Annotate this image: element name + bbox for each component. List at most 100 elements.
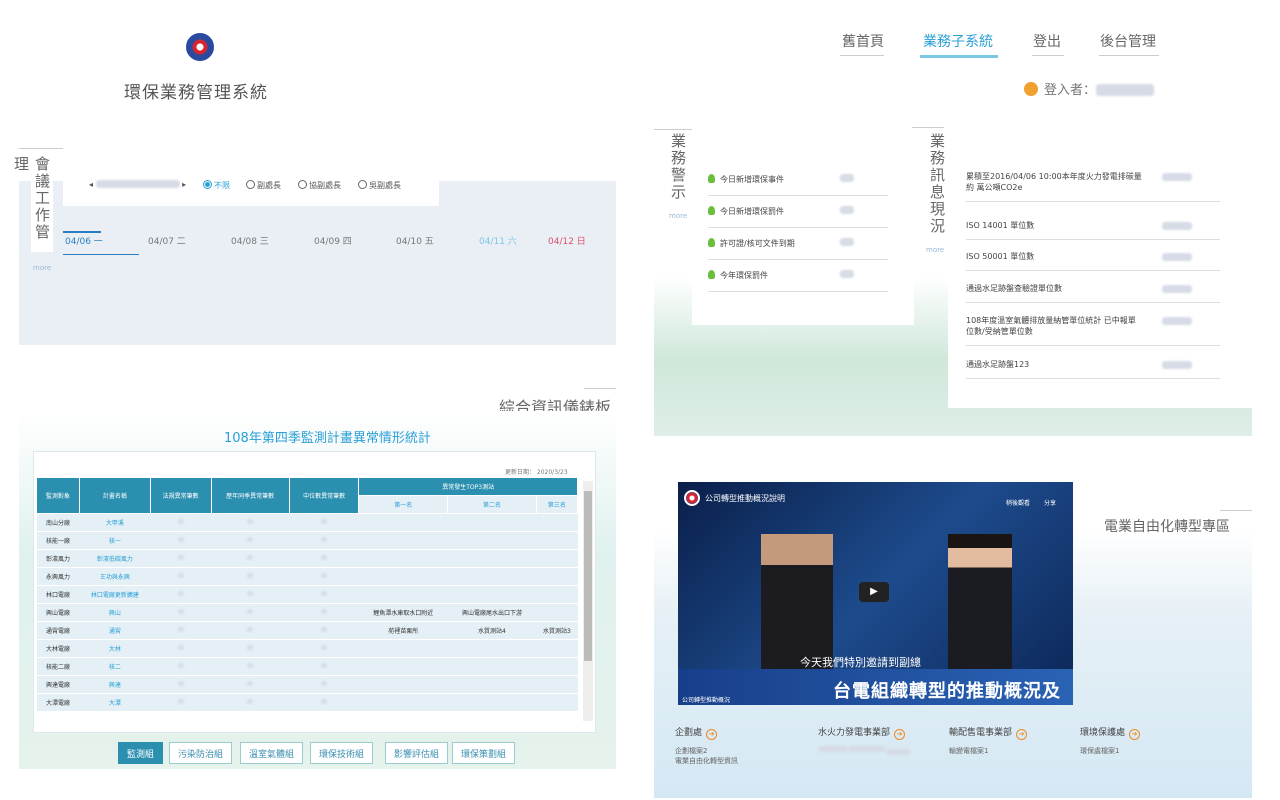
day-tab[interactable]: 04/08 三 bbox=[231, 234, 269, 247]
zone-category[interactable]: 環境保護處 ➔ 環保處檔案1 bbox=[1080, 725, 1141, 756]
arrow-circle-icon[interactable]: ➔ bbox=[1129, 729, 1141, 740]
zone-link[interactable]: 電業自由化轉型資訊 bbox=[675, 756, 738, 766]
video-subtitle-small: 今天我們特別邀請到副總 bbox=[800, 656, 921, 669]
watch-later-button[interactable]: 稍後觀看 bbox=[1006, 498, 1030, 507]
group-tab[interactable]: 影響評估組 bbox=[385, 742, 449, 764]
play-icon[interactable]: ▶ bbox=[859, 582, 889, 602]
day-tab[interactable]: 04/07 二 bbox=[148, 234, 186, 247]
zone-link[interactable]: 環保處檔案1 bbox=[1080, 746, 1140, 756]
info-item[interactable]: 108年度溫室氣體排放量納管單位統計 已中報單位數/受納管單位數 bbox=[966, 315, 1220, 346]
user-icon bbox=[1024, 82, 1038, 96]
meeting-more-link[interactable]: more bbox=[33, 264, 51, 272]
divider bbox=[584, 388, 616, 389]
zone-category[interactable]: 輸配售電事業部 ➔ 輸變電檔案1 bbox=[949, 725, 1028, 756]
table-cell[interactable]: 核一 bbox=[79, 531, 151, 550]
site-title: 環保業務管理系統 bbox=[124, 83, 268, 103]
table-cell bbox=[447, 567, 537, 586]
filter-deputy2[interactable]: 協副處長 bbox=[298, 180, 341, 191]
group-tab[interactable]: 監測組 bbox=[118, 742, 164, 764]
table-scrollbar[interactable] bbox=[583, 481, 593, 721]
table-cell bbox=[289, 513, 359, 532]
table-cell bbox=[536, 693, 578, 712]
table-cell bbox=[358, 513, 448, 532]
alert-item[interactable]: 今日新增環保罰件 bbox=[708, 206, 888, 228]
group-tab[interactable]: 環保策劃組 bbox=[452, 742, 516, 764]
table-cell bbox=[211, 675, 290, 694]
arrow-circle-icon[interactable]: ➔ bbox=[1016, 729, 1028, 740]
alert-item[interactable]: 今年環保罰件 bbox=[708, 270, 888, 292]
table-cell bbox=[211, 513, 290, 532]
table-cell: 林口電廠 bbox=[36, 585, 80, 604]
zone-title: 電業自由化轉型專區 bbox=[1104, 519, 1230, 535]
table-cell bbox=[358, 675, 448, 694]
video-player[interactable]: 公司轉型推動概況說明 稍後觀看 分享 ▶ 今天我們特別邀請到副總 台電組織轉型的… bbox=[678, 482, 1073, 705]
alert-item[interactable]: 今日新增環保事件 bbox=[708, 174, 888, 196]
share-button[interactable]: 分享 bbox=[1044, 498, 1056, 507]
zone-link[interactable]: 企劃檔案2 bbox=[675, 746, 738, 756]
nav-underline bbox=[840, 55, 884, 56]
table-cell[interactable]: 興達 bbox=[79, 675, 151, 694]
day-tab[interactable]: 04/09 四 bbox=[314, 234, 352, 247]
table-cell bbox=[211, 639, 290, 658]
table-cell[interactable]: 興山 bbox=[79, 603, 151, 622]
info-item[interactable]: ISO 14001 單位數 bbox=[966, 220, 1220, 240]
alert-item[interactable]: 許可證/核可文件到期 bbox=[708, 238, 888, 260]
table-cell: 興山電廠尾水出口下游 bbox=[447, 603, 537, 622]
filter-all[interactable]: 不限 bbox=[203, 180, 230, 191]
video-title[interactable]: 公司轉型推動概況說明 bbox=[705, 493, 785, 504]
arrow-circle-icon[interactable]: ➔ bbox=[706, 729, 718, 740]
nav-admin[interactable]: 後台管理 bbox=[1100, 31, 1156, 51]
table-cell[interactable]: 林口電廠更新擴建 bbox=[79, 585, 151, 604]
login-label: 登入者： bbox=[1044, 83, 1097, 98]
group-tab[interactable]: 環保技術組 bbox=[310, 742, 374, 764]
table-cell[interactable]: 核二 bbox=[79, 657, 151, 676]
table-cell: 興山電廠 bbox=[36, 603, 80, 622]
table-cell bbox=[150, 585, 211, 604]
table-cell bbox=[289, 567, 359, 586]
table-cell: 大林電廠 bbox=[36, 639, 80, 658]
presenter-right bbox=[948, 534, 1012, 674]
presenter-left bbox=[761, 534, 833, 674]
info-more-link[interactable]: more bbox=[926, 246, 944, 254]
bulb-icon bbox=[708, 206, 715, 215]
zone-link[interactable]: 輸變電檔案1 bbox=[949, 746, 1027, 756]
table-cell[interactable]: 大林 bbox=[79, 639, 151, 658]
table-cell[interactable]: 王功與永興 bbox=[79, 567, 151, 586]
update-date: 更新日期： 2020/3/23 bbox=[505, 469, 568, 476]
table-cell: 鯉魚潭水庫取水口附近 bbox=[358, 603, 448, 622]
table-cell[interactable]: 大甲溪 bbox=[79, 513, 151, 532]
table-cell: 水質測站3 bbox=[536, 621, 578, 640]
nav-business-subsystem[interactable]: 業務子系統 bbox=[923, 31, 993, 51]
anomaly-table: 監測對象 計畫名稱 法規異常筆數 歷年同季異常筆數 中位數異常筆數 異常發生TO… bbox=[36, 477, 579, 712]
info-item[interactable]: ISO 50001 單位數 bbox=[966, 251, 1220, 271]
nav-old-home[interactable]: 舊首頁 bbox=[842, 31, 884, 51]
table-cell bbox=[150, 603, 211, 622]
zone-category[interactable]: 水火力發電事業部 ➔ bbox=[818, 725, 910, 758]
day-tab[interactable]: 04/10 五 bbox=[396, 234, 434, 247]
day-tab[interactable]: 04/11 六 bbox=[479, 234, 517, 247]
group-tab[interactable]: 溫室氣體組 bbox=[240, 742, 304, 764]
info-item[interactable]: 通過水足跡盤查驗證單位數 bbox=[966, 283, 1220, 303]
day-tab[interactable]: 04/12 日 bbox=[548, 234, 586, 247]
info-item[interactable]: 累積至2016/04/06 10:00本年度火力發電排碳量約 萬公噸CO2e bbox=[966, 171, 1220, 202]
filter-deputy1[interactable]: 副處長 bbox=[246, 180, 281, 191]
table-cell[interactable]: 通霄 bbox=[79, 621, 151, 640]
divider bbox=[912, 127, 944, 128]
divider bbox=[654, 129, 692, 130]
bulb-icon bbox=[708, 270, 715, 279]
zone-category[interactable]: 企劃處 ➔ 企劃檔案2 電業自由化轉型資訊 bbox=[675, 725, 738, 766]
nav-logout[interactable]: 登出 bbox=[1033, 31, 1061, 51]
info-item[interactable]: 通過水足跡盤123 bbox=[966, 359, 1220, 379]
arrow-circle-icon[interactable]: ➔ bbox=[894, 729, 906, 740]
day-tab[interactable]: 04/06 一 bbox=[65, 234, 103, 247]
week-range[interactable]: ◂ ▸ bbox=[89, 180, 186, 189]
group-tab[interactable]: 污染防治組 bbox=[169, 742, 233, 764]
alerts-more-link[interactable]: more bbox=[669, 212, 687, 220]
table-cell bbox=[447, 639, 537, 658]
meeting-title: 會議工作管理 bbox=[12, 156, 53, 252]
table-row: 核能一廠 核一 bbox=[36, 531, 578, 550]
table-cell[interactable]: 大潭 bbox=[79, 693, 151, 712]
table-cell bbox=[150, 513, 211, 532]
table-cell[interactable]: 彰濱低碳風力 bbox=[79, 549, 151, 568]
filter-deputy3[interactable]: 吳副處長 bbox=[358, 180, 401, 191]
